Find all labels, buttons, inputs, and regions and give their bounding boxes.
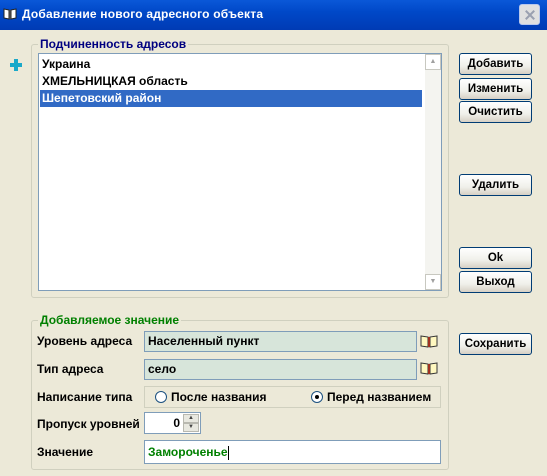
window-title: Добавление нового адресного объекта — [22, 7, 264, 21]
delete-button[interactable]: Удалить — [459, 174, 532, 196]
address-level-label: Уровень адреса — [37, 334, 133, 348]
add-button[interactable]: Добавить — [459, 53, 532, 75]
save-button[interactable]: Сохранить — [459, 333, 532, 355]
book-icon[interactable] — [420, 361, 438, 375]
radio-after-name-label[interactable]: После названия — [171, 390, 267, 404]
text-caret — [227, 445, 229, 460]
address-type-field[interactable]: село — [144, 359, 417, 380]
exit-button[interactable]: Выход — [459, 271, 532, 293]
clear-button[interactable]: Очистить — [459, 101, 532, 123]
edit-button[interactable]: Изменить — [459, 78, 532, 100]
type-spelling-label: Написание типа — [37, 390, 133, 404]
book-icon[interactable] — [420, 334, 438, 348]
list-item-selected[interactable]: Шепетовский район — [40, 90, 422, 107]
ok-button[interactable]: Ok — [459, 247, 532, 269]
value-input[interactable]: Замороченье — [144, 440, 441, 464]
value-label: Значение — [37, 445, 94, 459]
stepper-down-button[interactable]: ▼ — [183, 423, 199, 432]
stepper-up-button[interactable]: ▲ — [183, 414, 199, 423]
radio-before-name-label[interactable]: Перед названием — [327, 390, 431, 404]
skip-levels-value: 0 — [173, 416, 180, 430]
subordination-group-title: Подчиненность адресов — [38, 37, 189, 51]
address-type-label: Тип адреса — [37, 362, 104, 376]
plus-icon[interactable] — [10, 59, 22, 71]
skip-levels-label: Пропуск уровней — [37, 417, 140, 431]
list-item[interactable]: Украина — [40, 56, 422, 73]
radio-after-name[interactable] — [155, 391, 167, 403]
list-item[interactable]: ХМЕЛЬНИЦКАЯ область — [40, 73, 422, 90]
scroll-down-button[interactable]: ▼ — [425, 274, 441, 290]
new-value-group-title: Добавляемое значение — [38, 313, 182, 327]
value-text: Замороченье — [148, 445, 228, 459]
type-spelling-radio-group: После названия Перед названием — [144, 386, 441, 408]
address-hierarchy-list[interactable]: Украина ХМЕЛЬНИЦКАЯ область Шепетовский … — [38, 53, 442, 291]
scroll-up-button[interactable]: ▲ — [425, 54, 441, 70]
vertical-scrollbar[interactable]: ▲ ▼ — [425, 54, 441, 290]
close-button[interactable] — [519, 4, 540, 25]
skip-levels-stepper[interactable]: 0 ▲ ▼ — [144, 412, 201, 434]
radio-before-name[interactable] — [311, 391, 323, 403]
address-level-field[interactable]: Населенный пункт — [144, 331, 417, 352]
book-icon — [3, 8, 17, 20]
title-bar: Добавление нового адресного объекта — [0, 0, 547, 30]
